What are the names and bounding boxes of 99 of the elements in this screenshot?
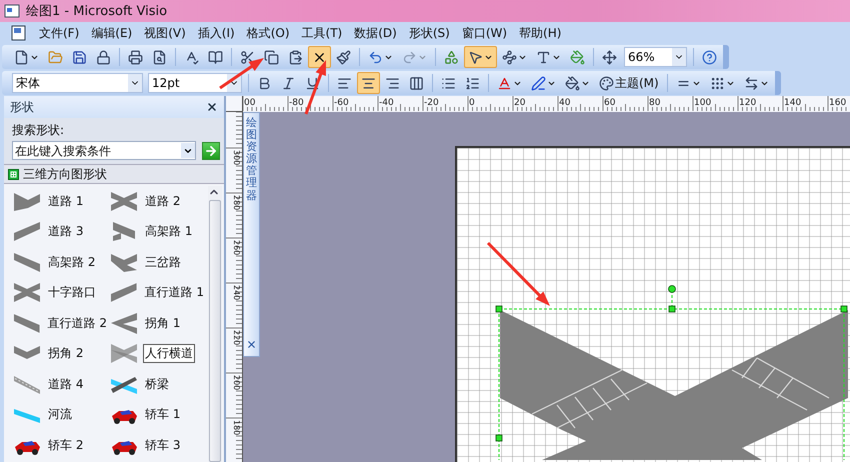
palette-icon [599, 76, 614, 90]
shape-item[interactable]: 道路 2 [109, 186, 206, 216]
road-icon [12, 312, 42, 335]
menu-item[interactable]: 形状(S) [408, 24, 451, 42]
underline-icon [305, 76, 320, 90]
horizontal-ruler: 00 -80 -60 -40 -20 0 20 40 60 80 100 120 140 160 [243, 96, 850, 113]
font-color-icon [497, 76, 512, 90]
menu-item[interactable]: 窗口(W) [460, 24, 508, 42]
stencil-icon [8, 168, 19, 180]
book-icon [208, 50, 223, 64]
print-icon [128, 50, 143, 64]
annotation-arrow [219, 58, 264, 90]
menu-item[interactable]: 文件(F) [38, 24, 80, 42]
zoom-dropdown[interactable]: 66% [624, 47, 687, 67]
shape-item[interactable]: 桥梁 [109, 369, 206, 400]
menu-item[interactable]: 插入(I) [196, 24, 236, 42]
drawing-explorer-tab[interactable]: 绘图资源管理器 [243, 112, 260, 357]
folder-icon [48, 50, 63, 64]
bold-icon [257, 76, 272, 90]
font-dropdown[interactable]: 宋体 [12, 73, 143, 93]
shape-item[interactable]: 轿车 2 [12, 430, 109, 460]
shape-item[interactable]: 十字路口 [12, 278, 109, 308]
annotation-arrow [304, 60, 326, 115]
shape-item[interactable]: 三岔路 [109, 247, 206, 278]
menu-item[interactable]: 编辑(E) [90, 24, 134, 42]
numbered-list-icon [465, 76, 480, 90]
close-icon[interactable] [206, 101, 218, 113]
page-magnifier-icon [152, 50, 167, 64]
menu-item[interactable]: 格式(O) [246, 24, 291, 42]
menu-item[interactable]: 视图(V) [143, 24, 187, 42]
road-icon [109, 342, 139, 366]
shapes-icon [444, 50, 459, 64]
align-center-button[interactable] [357, 72, 380, 94]
list-icon [441, 76, 456, 90]
search-go-button[interactable] [202, 142, 220, 160]
stencil-header[interactable]: 三维方向图形状 [4, 164, 224, 184]
connector-icon [502, 50, 517, 64]
shape-item[interactable]: 拐角 2 [12, 338, 109, 369]
shape-item[interactable]: 道路 4 [12, 369, 109, 400]
paint-bucket-icon [565, 76, 580, 90]
document-icon [4, 4, 20, 18]
shape-item[interactable]: 直行道路 2 [12, 308, 109, 338]
text-icon [536, 50, 551, 64]
lock-icon [96, 50, 111, 64]
annotation-arrow [486, 242, 550, 306]
arrow-icon [204, 144, 218, 158]
shape-item[interactable]: 河流 [12, 400, 109, 430]
shape-item[interactable]: 道路 3 [12, 216, 109, 247]
clipboard-icon [288, 50, 303, 64]
move-icon [602, 50, 617, 64]
align-right-icon [385, 76, 400, 90]
shape-item[interactable]: 直行道路 1 [109, 278, 206, 308]
undo-icon [368, 50, 383, 64]
font-size-dropdown[interactable]: 12pt [148, 73, 242, 93]
shape-item[interactable]: 道路 1 [12, 186, 109, 216]
search-field[interactable]: 在此键入搜索条件 [12, 141, 196, 160]
align-left-icon [337, 76, 352, 90]
road-icon [12, 281, 42, 304]
menu-item[interactable]: 工具(T) [300, 24, 344, 42]
road-icon [12, 250, 42, 274]
align-center-icon [361, 76, 376, 90]
road-icon [109, 190, 139, 213]
vertical-ruler: 300 280 260 240 220 200 180 [226, 112, 243, 462]
paintbrush-icon [336, 50, 351, 64]
scissors-icon [240, 50, 255, 64]
search-label: 搜索形状: [12, 122, 66, 139]
menu-item[interactable]: 数据(D) [353, 24, 398, 42]
copy-icon [264, 50, 279, 64]
document-icon [10, 25, 28, 41]
spelling-check-icon [184, 50, 199, 64]
dots-icon [710, 76, 725, 90]
shape-item[interactable]: 轿车 1 [109, 400, 206, 430]
menu-item[interactable]: 帮助(H) [518, 24, 562, 42]
help-icon [702, 50, 717, 64]
close-icon[interactable] [246, 339, 257, 350]
arrows-icon [744, 76, 759, 90]
road-icon [12, 220, 42, 244]
pointer-icon [468, 50, 483, 64]
paint-bucket-icon [570, 50, 585, 64]
columns-icon [409, 76, 424, 90]
delete-button[interactable] [308, 46, 331, 68]
road-icon [109, 281, 139, 304]
redo-icon [402, 50, 417, 64]
page-icon [14, 50, 29, 64]
shape-item[interactable]: 轿车 3 [109, 430, 206, 460]
shape-item[interactable]: 高架路 1 [109, 216, 206, 247]
italic-icon [281, 76, 296, 90]
scrollbar[interactable] [208, 186, 222, 462]
road-intersection-drawing[interactable] [500, 310, 848, 460]
theme-button[interactable]: 主题(M) [595, 72, 663, 94]
window-title: 绘图1 - Microsoft Visio [26, 3, 168, 20]
shape-item[interactable]: 高架路 2 [12, 247, 109, 278]
shape-item[interactable]: 拐角 1 [109, 308, 206, 338]
pen-icon [531, 76, 546, 90]
panel-title: 形状 [10, 98, 34, 116]
road-icon [109, 312, 139, 335]
scrollbar-thumb[interactable] [209, 200, 221, 462]
shape-item[interactable]: 人行横道 [109, 338, 206, 369]
pointer-button[interactable] [464, 46, 497, 68]
